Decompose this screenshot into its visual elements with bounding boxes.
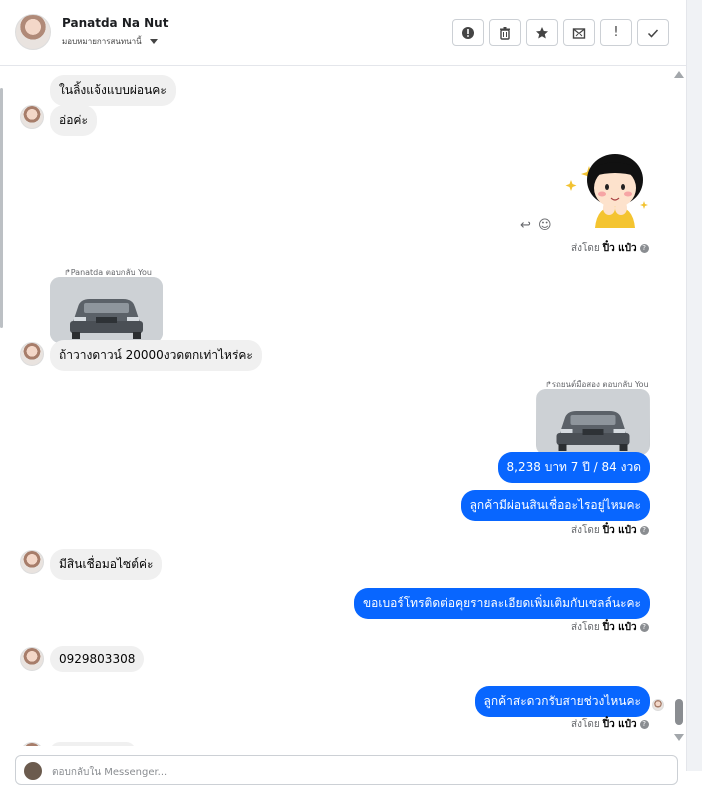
- reply-arrow-icon: ↱: [545, 380, 552, 389]
- mark-unread-button[interactable]: [563, 19, 595, 46]
- scroll-down-arrow-icon[interactable]: [674, 734, 684, 741]
- message-incoming[interactable]: มีสินเชื่อมอไซต์ค่ะ: [50, 549, 163, 580]
- sent-by-label: ส่งโดย ปิ๋ว แป๋ว ?: [571, 620, 649, 635]
- message-incoming[interactable]: ในลิ้งแจ้งแบบผ่อนคะ: [50, 75, 176, 106]
- sent-by-agent[interactable]: ปิ๋ว แป๋ว: [603, 620, 637, 635]
- page-avatar: [24, 762, 42, 780]
- contact-avatar-small: [20, 742, 44, 746]
- info-icon[interactable]: ?: [639, 720, 649, 729]
- reply-arrow-icon: ↱: [64, 268, 71, 277]
- exclamation-icon: !: [613, 25, 619, 40]
- check-icon: [647, 28, 659, 38]
- contact-avatar-small[interactable]: [20, 647, 44, 671]
- contact-avatar-small[interactable]: [20, 550, 44, 574]
- car-photo: [50, 277, 163, 343]
- sent-by-agent[interactable]: ปิ๋ว แป๋ว: [603, 523, 637, 538]
- assign-conversation-dropdown[interactable]: มอบหมายการสนทนานี้: [62, 35, 158, 48]
- info-icon[interactable]: ?: [639, 623, 649, 632]
- sticker-girl-image[interactable]: [559, 146, 651, 228]
- seen-receipt-avatar: [652, 699, 664, 711]
- sent-by-prefix: ส่งโดย: [571, 525, 600, 536]
- message-outgoing[interactable]: ขอเบอร์โทรติดต่อคุยรายละเอียดเพิ่มเติมกั…: [353, 588, 650, 619]
- mail-x-icon: [572, 27, 586, 39]
- message-list: ในลิ้งแจ้งแบบผ่อนคะ อ่อค่ะ ↩ ☺ ส่งโดย ปิ…: [6, 66, 686, 746]
- contact-avatar-small[interactable]: [20, 105, 44, 129]
- conversation-window: Panatda Na Nut มอบหมายการสนทนานี้ ! ในลิ…: [0, 0, 702, 785]
- sent-by-prefix: ส่งโดย: [571, 243, 600, 254]
- message-list-scrollbar[interactable]: [674, 66, 686, 746]
- message-outgoing[interactable]: 8,238 บาท 7 ปี / 84 งวด: [497, 452, 650, 483]
- reply-input-placeholder[interactable]: ตอบกลับใน Messenger...: [52, 765, 167, 780]
- react-emoji-icon[interactable]: ☺: [538, 218, 552, 233]
- sent-by-label: ส่งโดย ปิ๋ว แป๋ว ?: [571, 523, 649, 538]
- right-panel-edge: [686, 0, 702, 771]
- message-incoming[interactable]: 0929803308: [50, 646, 145, 672]
- sent-by-agent[interactable]: ปิ๋ว แป๋ว: [603, 717, 637, 732]
- delete-button[interactable]: [489, 19, 521, 46]
- sent-by-agent[interactable]: ปิ๋ว แป๋ว: [603, 241, 637, 256]
- left-pane-scroll-mark: [0, 88, 3, 328]
- info-icon[interactable]: ?: [639, 244, 649, 253]
- message-outgoing[interactable]: ลูกค้าสะดวกรับสายช่วงไหนคะ: [474, 686, 650, 717]
- reply-header-text: รถยนต์มือสอง ตอบกลับ You: [551, 380, 649, 389]
- quoted-car-image[interactable]: [50, 277, 163, 343]
- star-button[interactable]: [526, 19, 558, 46]
- mark-spam-button[interactable]: [452, 19, 484, 46]
- sent-by-label: ส่งโดย ปิ๋ว แป๋ว ?: [571, 241, 649, 256]
- left-pane-edge: [0, 66, 4, 771]
- conversation-header: Panatda Na Nut มอบหมายการสนทนานี้ !: [0, 0, 686, 66]
- reply-header-text: Panatda ตอบกลับ You: [70, 268, 152, 277]
- star-icon: [536, 26, 548, 38]
- follow-up-button[interactable]: !: [600, 19, 632, 46]
- alert-circle-icon: [462, 26, 474, 39]
- message-incoming[interactable]: อ่อค่ะ: [50, 105, 97, 136]
- contact-avatar[interactable]: [15, 14, 51, 50]
- quoted-car-image[interactable]: [536, 389, 650, 455]
- message-outgoing[interactable]: ลูกค้ามีผ่อนสินเชื่ออะไรอยู่ไหมคะ: [460, 490, 650, 521]
- trash-icon: [500, 26, 510, 40]
- conversation-toolbar: !: [452, 19, 669, 46]
- car-photo: [536, 389, 650, 455]
- message-incoming[interactable]: ถ้าวางดาวน์ 20000งวดตกเท่าไหร่คะ: [50, 340, 262, 371]
- contact-avatar-small[interactable]: [20, 342, 44, 366]
- message-incoming-partial: [50, 742, 136, 746]
- mark-done-button[interactable]: [637, 19, 669, 46]
- sent-by-prefix: ส่งโดย: [571, 622, 600, 633]
- contact-name[interactable]: Panatda Na Nut: [62, 16, 168, 30]
- reply-icon[interactable]: ↩: [520, 218, 531, 233]
- sent-by-label: ส่งโดย ปิ๋ว แป๋ว ?: [571, 717, 649, 732]
- assign-conversation-label: มอบหมายการสนทนานี้: [62, 37, 142, 46]
- sent-by-prefix: ส่งโดย: [571, 719, 600, 730]
- scrollbar-thumb[interactable]: [675, 699, 683, 725]
- scroll-up-arrow-icon[interactable]: [674, 71, 684, 78]
- info-icon[interactable]: ?: [639, 526, 649, 535]
- chevron-down-icon: [149, 39, 158, 44]
- reply-composer[interactable]: ตอบกลับใน Messenger...: [15, 755, 678, 785]
